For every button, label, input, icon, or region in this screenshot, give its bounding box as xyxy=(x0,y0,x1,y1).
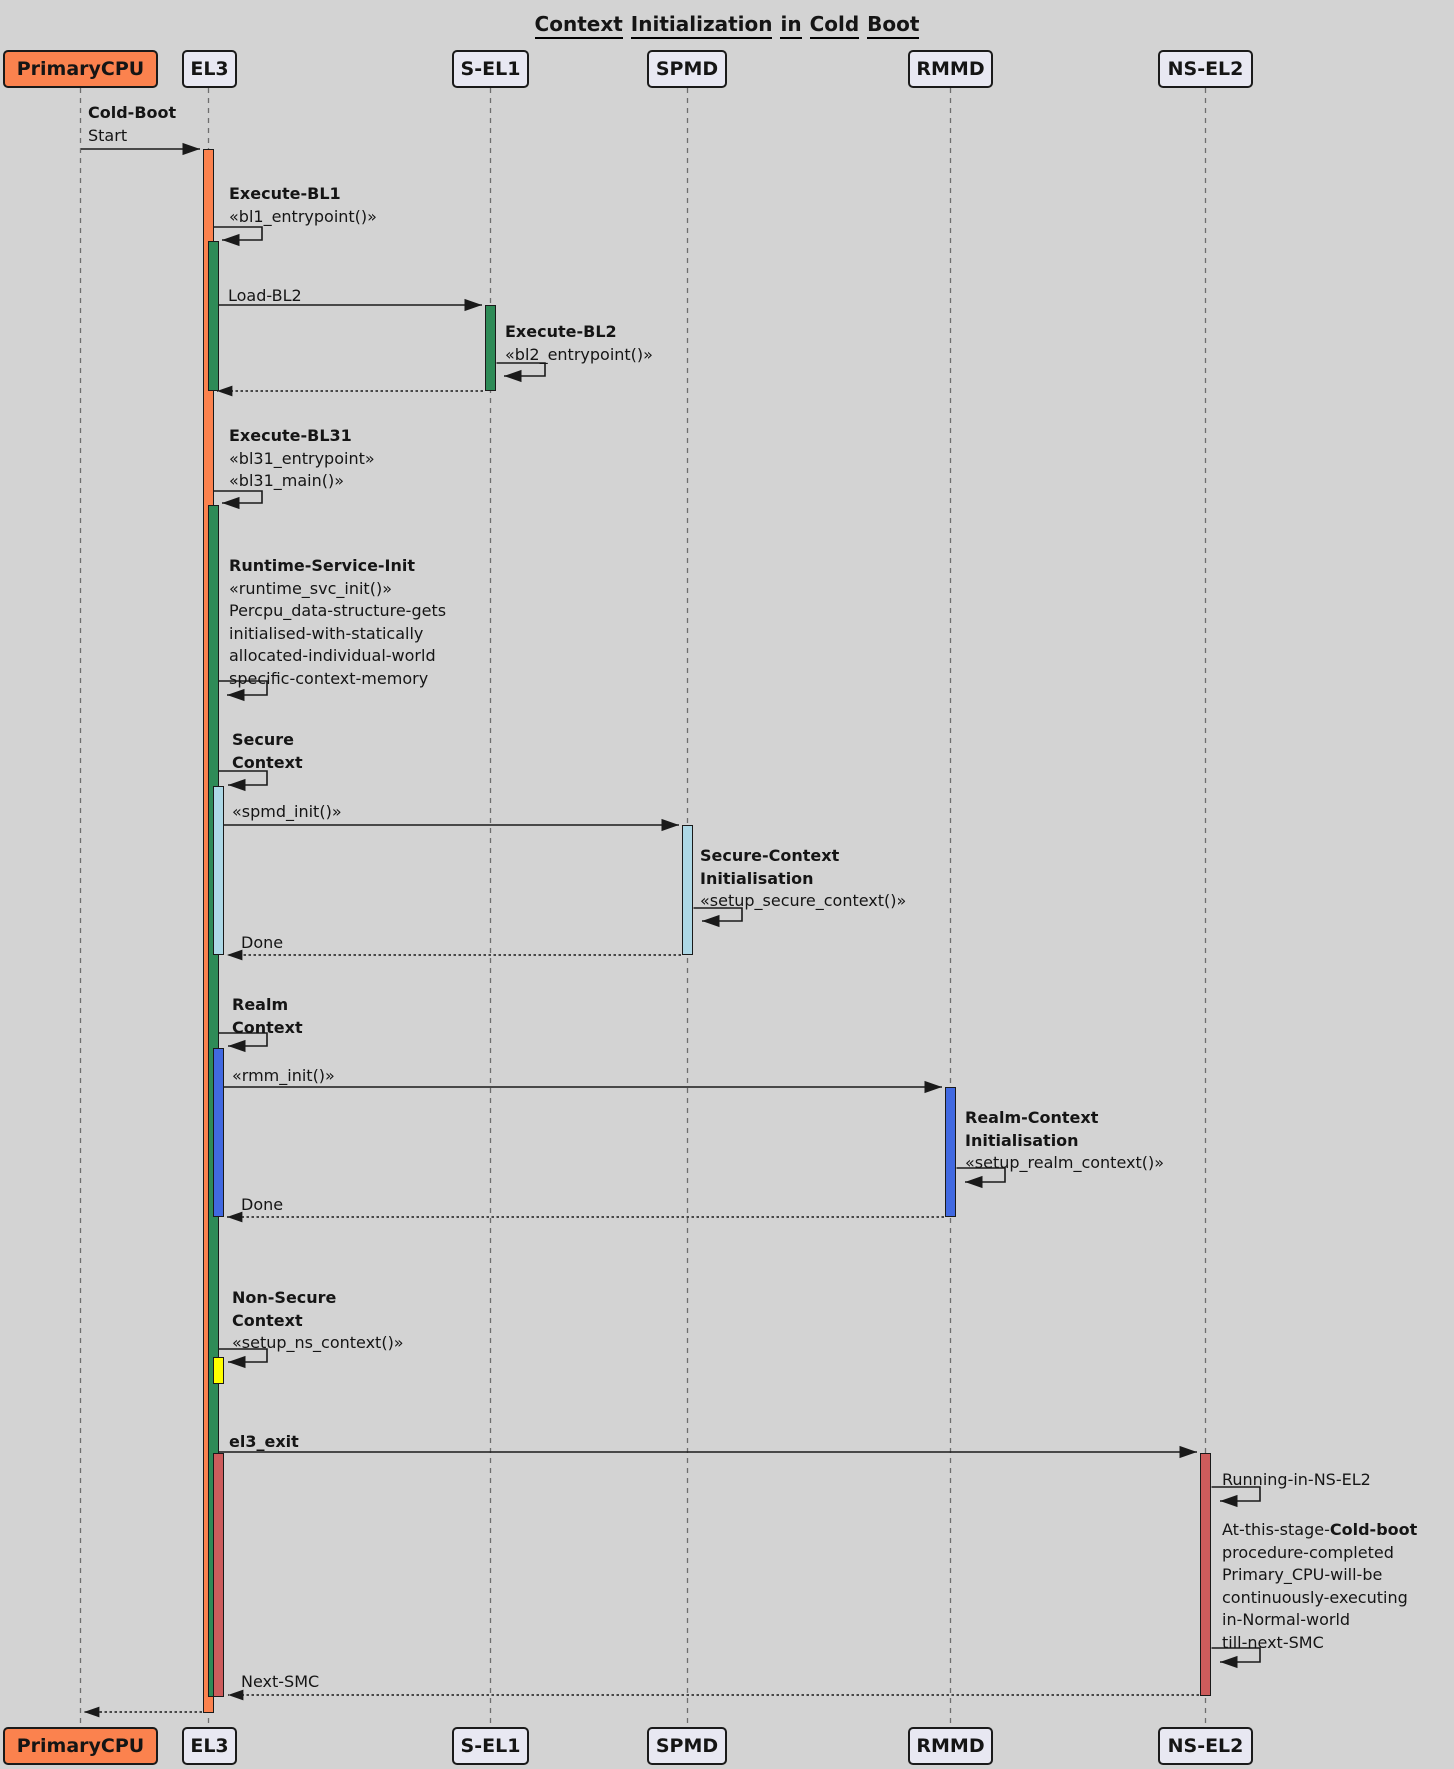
participant-primarycpu-bottom: PrimaryCPU xyxy=(3,1727,158,1765)
label-cold-boot-start: Cold-BootStart xyxy=(88,102,176,147)
label-execute-bl1: Execute-BL1«bl1_entrypoint()» xyxy=(229,183,377,228)
label-running-in-nsel2: Running-in-NS-EL2 xyxy=(1222,1469,1371,1492)
label-coldboot-complete: At-this-stage-Cold-boot procedure-comple… xyxy=(1222,1519,1417,1654)
label-secure-context: SecureContext xyxy=(232,729,303,774)
title-word: Initialization xyxy=(631,12,773,39)
participant-sel1-bottom: S-EL1 xyxy=(452,1727,529,1765)
selfcall-execute-bl1 xyxy=(214,227,263,240)
participant-spmd-top: SPMD xyxy=(647,50,727,88)
label-realm-context: RealmContext xyxy=(232,994,303,1039)
diagram-title: Context Initialization in Cold Boot xyxy=(0,12,1454,39)
participant-el3-top: EL3 xyxy=(182,50,237,88)
participant-rmmd-top: RMMD xyxy=(908,50,993,88)
participant-spmd-bottom: SPMD xyxy=(647,1727,727,1765)
label-spmd-init: «spmd_init()» xyxy=(232,801,342,824)
label-done-rmmd: Done xyxy=(241,1194,283,1217)
label-done-spmd: Done xyxy=(241,932,283,955)
label-load-bl2: Load-BL2 xyxy=(228,285,302,308)
participant-rmmd-bottom: RMMD xyxy=(908,1727,993,1765)
label-execute-bl2: Execute-BL2«bl2_entrypoint()» xyxy=(505,321,653,366)
title-word: in xyxy=(780,12,801,39)
participant-el3-bottom: EL3 xyxy=(182,1727,237,1765)
sequence-diagram: Context Initialization in Cold Boot Cold-Boo… xyxy=(0,0,1454,1769)
title-word: Boot xyxy=(867,12,919,39)
selfcall-execute-bl31 xyxy=(214,491,263,503)
participant-primarycpu-top: PrimaryCPU xyxy=(3,50,158,88)
participant-nsel2-bottom: NS-EL2 xyxy=(1158,1727,1253,1765)
label-runtime-service-init: Runtime-Service-Init«runtime_svc_init()»… xyxy=(229,555,446,690)
label-realm-context-initialisation: Realm-ContextInitialisation«setup_realm_… xyxy=(965,1107,1164,1175)
label-non-secure-context: Non-SecureContext«setup_ns_context()» xyxy=(232,1287,404,1355)
label-rmm-init: «rmm_init()» xyxy=(232,1065,335,1088)
title-word: Context xyxy=(535,12,623,39)
participant-sel1-top: S-EL1 xyxy=(452,50,529,88)
participant-nsel2-top: NS-EL2 xyxy=(1158,50,1253,88)
label-secure-context-initialisation: Secure-ContextInitialisation«setup_secur… xyxy=(700,845,906,913)
label-next-smc: Next-SMC xyxy=(241,1671,319,1694)
label-execute-bl31: Execute-BL31«bl31_entrypoint»«bl31_main(… xyxy=(229,425,375,493)
label-el3-exit: el3_exit xyxy=(229,1431,299,1454)
title-word: Cold xyxy=(810,12,860,39)
